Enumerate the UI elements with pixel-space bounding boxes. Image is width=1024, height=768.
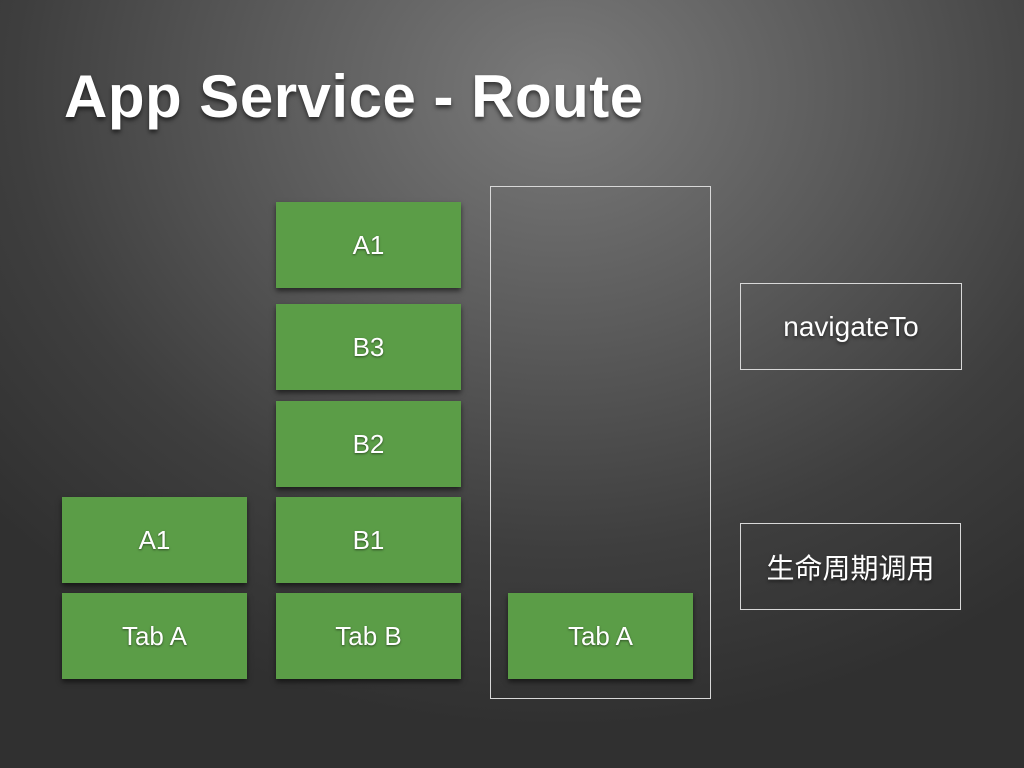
stack-middle-block-a1: A1 [276, 202, 461, 288]
stack-middle-block-tab-b: Tab B [276, 593, 461, 679]
slide-title: App Service - Route [64, 63, 644, 130]
stack-right-block-tab-a: Tab A [508, 593, 693, 679]
stack-middle-block-b2: B2 [276, 401, 461, 487]
stack-left-block-a1: A1 [62, 497, 247, 583]
lifecycle-call-label: 生命周期调用 [740, 523, 961, 610]
stack-middle-block-b3: B3 [276, 304, 461, 390]
stack-middle-block-b1: B1 [276, 497, 461, 583]
navigate-to-label: navigateTo [740, 283, 962, 370]
stack-left-block-tab-a: Tab A [62, 593, 247, 679]
